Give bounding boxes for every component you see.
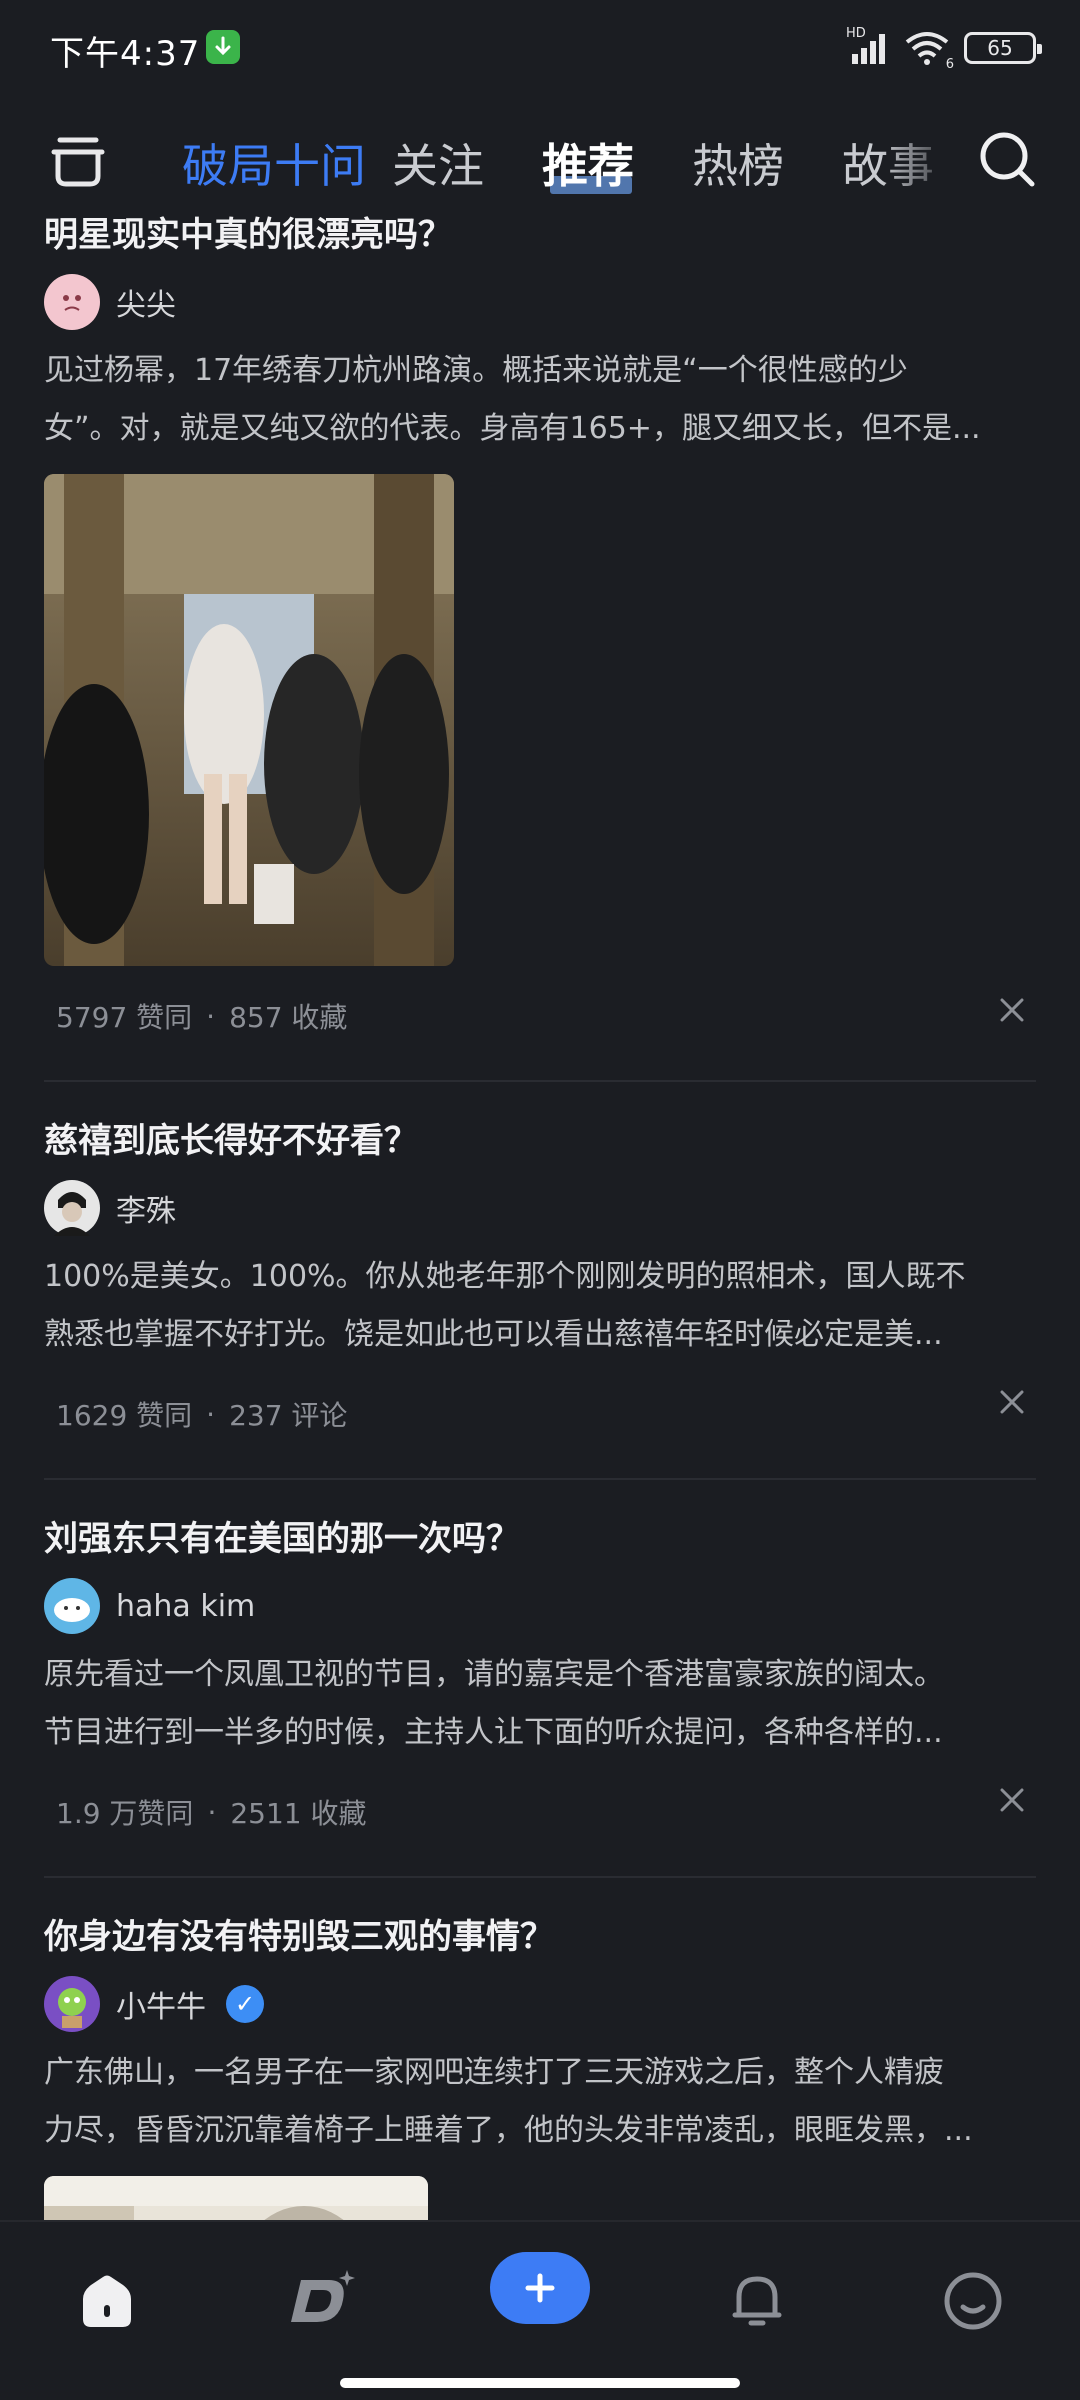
- tab-recommended[interactable]: 推荐: [542, 130, 634, 196]
- add-icon: [525, 2273, 555, 2303]
- feed-card[interactable]: 刘强东只有在美国的那一次吗？ haha kim 原先看过一个凤凰卫视的节目，请的…: [0, 1514, 1080, 1862]
- question-title[interactable]: 刘强东只有在美国的那一次吗？: [44, 1514, 1036, 1564]
- excerpt-line: 女”。对，就是又纯又欲的代表。身高有165+，腿又细又长，但不是...: [44, 411, 981, 446]
- divider: [44, 1876, 1036, 1878]
- author-row[interactable]: haha kim: [44, 1570, 1036, 1642]
- answer-image[interactable]: [44, 2176, 428, 2220]
- answer-stats: 1.9 万赞同 · 2511 收藏: [44, 1762, 1036, 1862]
- tab-fade-overlay: [880, 110, 960, 210]
- tab-hot-list[interactable]: 热榜: [692, 130, 784, 196]
- excerpt-line: 节目进行到一半多的时候，主持人让下面的听众提问，各种各样的...: [44, 1715, 943, 1750]
- favorite-count: 2511 收藏: [230, 1797, 367, 1830]
- home-icon: [83, 2275, 131, 2327]
- excerpt-line: 力尽，昏昏沉沉靠着椅子上睡着了，他的头发非常凌乱，眼眶发黑，...: [44, 2113, 973, 2148]
- author-name[interactable]: 小牛牛: [116, 1982, 206, 2026]
- bottom-navigation: [0, 2220, 1080, 2400]
- feed-card[interactable]: 明星现实中真的很漂亮吗？ 尖尖 见过杨幂，17年绣春刀杭州路演。概括来说就是“一…: [0, 210, 1080, 1066]
- notification-icon: [732, 2276, 782, 2326]
- upvote-count: 1629 赞同: [56, 1399, 193, 1432]
- feed-list: 明星现实中真的很漂亮吗？ 尖尖 见过杨幂，17年绣春刀杭州路演。概括来说就是“一…: [0, 210, 1080, 2220]
- separator: ·: [207, 1795, 217, 1829]
- menu-icon: [51, 137, 105, 187]
- wifi-badge: 6: [945, 57, 954, 72]
- upvote-count: 1.9 万赞同: [56, 1797, 194, 1830]
- dismiss-button[interactable]: [994, 1384, 1030, 1420]
- nav-home[interactable]: [62, 2256, 152, 2346]
- profile-icon: [944, 2272, 1002, 2330]
- menu-button[interactable]: [48, 128, 108, 192]
- battery-indicator: 65: [964, 32, 1042, 64]
- excerpt-line: 广东佛山，一名男子在一家网吧连续打了三天游戏之后，整个人精疲: [44, 2055, 944, 2090]
- excerpt-line: 原先看过一个凤凰卫视的节目，请的嘉宾是个香港富豪家族的阔太。: [44, 1657, 944, 1692]
- tab-pojushiwen[interactable]: 破局十问: [182, 130, 366, 196]
- excerpt-line: 见过杨幂，17年绣春刀杭州路演。概括来说就是“一个很性感的少: [44, 353, 908, 388]
- avatar[interactable]: [44, 1180, 100, 1236]
- verified-badge-icon: ✓: [226, 1985, 264, 2023]
- author-row[interactable]: 李殊: [44, 1172, 1036, 1244]
- close-icon: [1000, 998, 1024, 1022]
- signal-icon: HD: [846, 26, 890, 66]
- feed-card[interactable]: 慈禧到底长得好不好看？ 李殊 100%是美女。100%。你从她老年那个刚刚发明的…: [0, 1116, 1080, 1464]
- answer-excerpt[interactable]: 见过杨幂，17年绣春刀杭州路演。概括来说就是“一个很性感的少 女”。对，就是又纯…: [44, 342, 1036, 458]
- status-time: 下午4:37: [50, 34, 201, 74]
- close-icon: [1000, 1390, 1024, 1414]
- favorite-count: 857 收藏: [229, 1001, 348, 1034]
- discover-icon: [291, 2270, 355, 2322]
- avatar[interactable]: [44, 1578, 100, 1634]
- author-row[interactable]: 小牛牛 ✓: [44, 1968, 1036, 2040]
- status-bar: 下午4:37 HD 6 65: [0, 0, 1080, 100]
- download-notification-icon: [206, 30, 240, 64]
- excerpt-line: 100%是美女。100%。你从她老年那个刚刚发明的照相术，国人既不: [44, 1259, 966, 1294]
- search-button[interactable]: [976, 128, 1038, 190]
- wifi-icon: 6: [904, 30, 954, 72]
- close-icon: [1000, 1788, 1024, 1812]
- question-title[interactable]: 你身边有没有特别毁三观的事情？: [44, 1912, 1036, 1962]
- separator: ·: [206, 1397, 216, 1431]
- battery-level: 65: [987, 36, 1013, 60]
- dismiss-button[interactable]: [994, 1782, 1030, 1818]
- upvote-count: 5797 赞同: [56, 1001, 193, 1034]
- dismiss-button[interactable]: [994, 992, 1030, 1028]
- home-indicator[interactable]: [340, 2378, 740, 2388]
- nav-profile[interactable]: [928, 2256, 1018, 2346]
- answer-stats: 1629 赞同 · 237 评论: [44, 1364, 1036, 1464]
- separator: ·: [206, 999, 216, 1033]
- tab-following[interactable]: 关注: [392, 130, 484, 196]
- comment-count: 237 评论: [229, 1399, 348, 1432]
- avatar[interactable]: [44, 274, 100, 330]
- excerpt-line: 熟悉也掌握不好打光。饶是如此也可以看出慈禧年轻时候必定是美...: [44, 1317, 943, 1352]
- network-type-label: HD: [846, 26, 866, 41]
- author-row[interactable]: 尖尖: [44, 266, 1036, 338]
- question-title[interactable]: 慈禧到底长得好不好看？: [44, 1116, 1036, 1166]
- nav-notifications[interactable]: [712, 2256, 802, 2346]
- answer-stats: 5797 赞同 · 857 收藏: [44, 966, 1036, 1066]
- feed-card[interactable]: 你身边有没有特别毁三观的事情？ 小牛牛 ✓ 广东佛山，一名男子在一家网吧连续打了…: [0, 1912, 1080, 2220]
- answer-excerpt[interactable]: 广东佛山，一名男子在一家网吧连续打了三天游戏之后，整个人精疲 力尽，昏昏沉沉靠着…: [44, 2044, 1036, 2160]
- author-name[interactable]: 李殊: [116, 1186, 176, 1230]
- avatar[interactable]: [44, 1976, 100, 2032]
- divider: [44, 1080, 1036, 1082]
- question-title[interactable]: 明星现实中真的很漂亮吗？: [44, 210, 1036, 260]
- nav-discover[interactable]: [280, 2256, 370, 2346]
- search-icon: [980, 132, 1035, 187]
- create-button[interactable]: [490, 2252, 590, 2324]
- status-icons: HD 6 65: [846, 26, 1042, 72]
- author-name[interactable]: haha kim: [116, 1589, 255, 1624]
- answer-image[interactable]: [44, 474, 454, 966]
- author-name[interactable]: 尖尖: [116, 280, 176, 324]
- top-navigation: 破局十问 关注 推荐 热榜 故事: [0, 110, 1080, 210]
- answer-excerpt[interactable]: 100%是美女。100%。你从她老年那个刚刚发明的照相术，国人既不 熟悉也掌握不…: [44, 1248, 1036, 1364]
- answer-excerpt[interactable]: 原先看过一个凤凰卫视的节目，请的嘉宾是个香港富豪家族的阔太。 节目进行到一半多的…: [44, 1646, 1036, 1762]
- divider: [44, 1478, 1036, 1480]
